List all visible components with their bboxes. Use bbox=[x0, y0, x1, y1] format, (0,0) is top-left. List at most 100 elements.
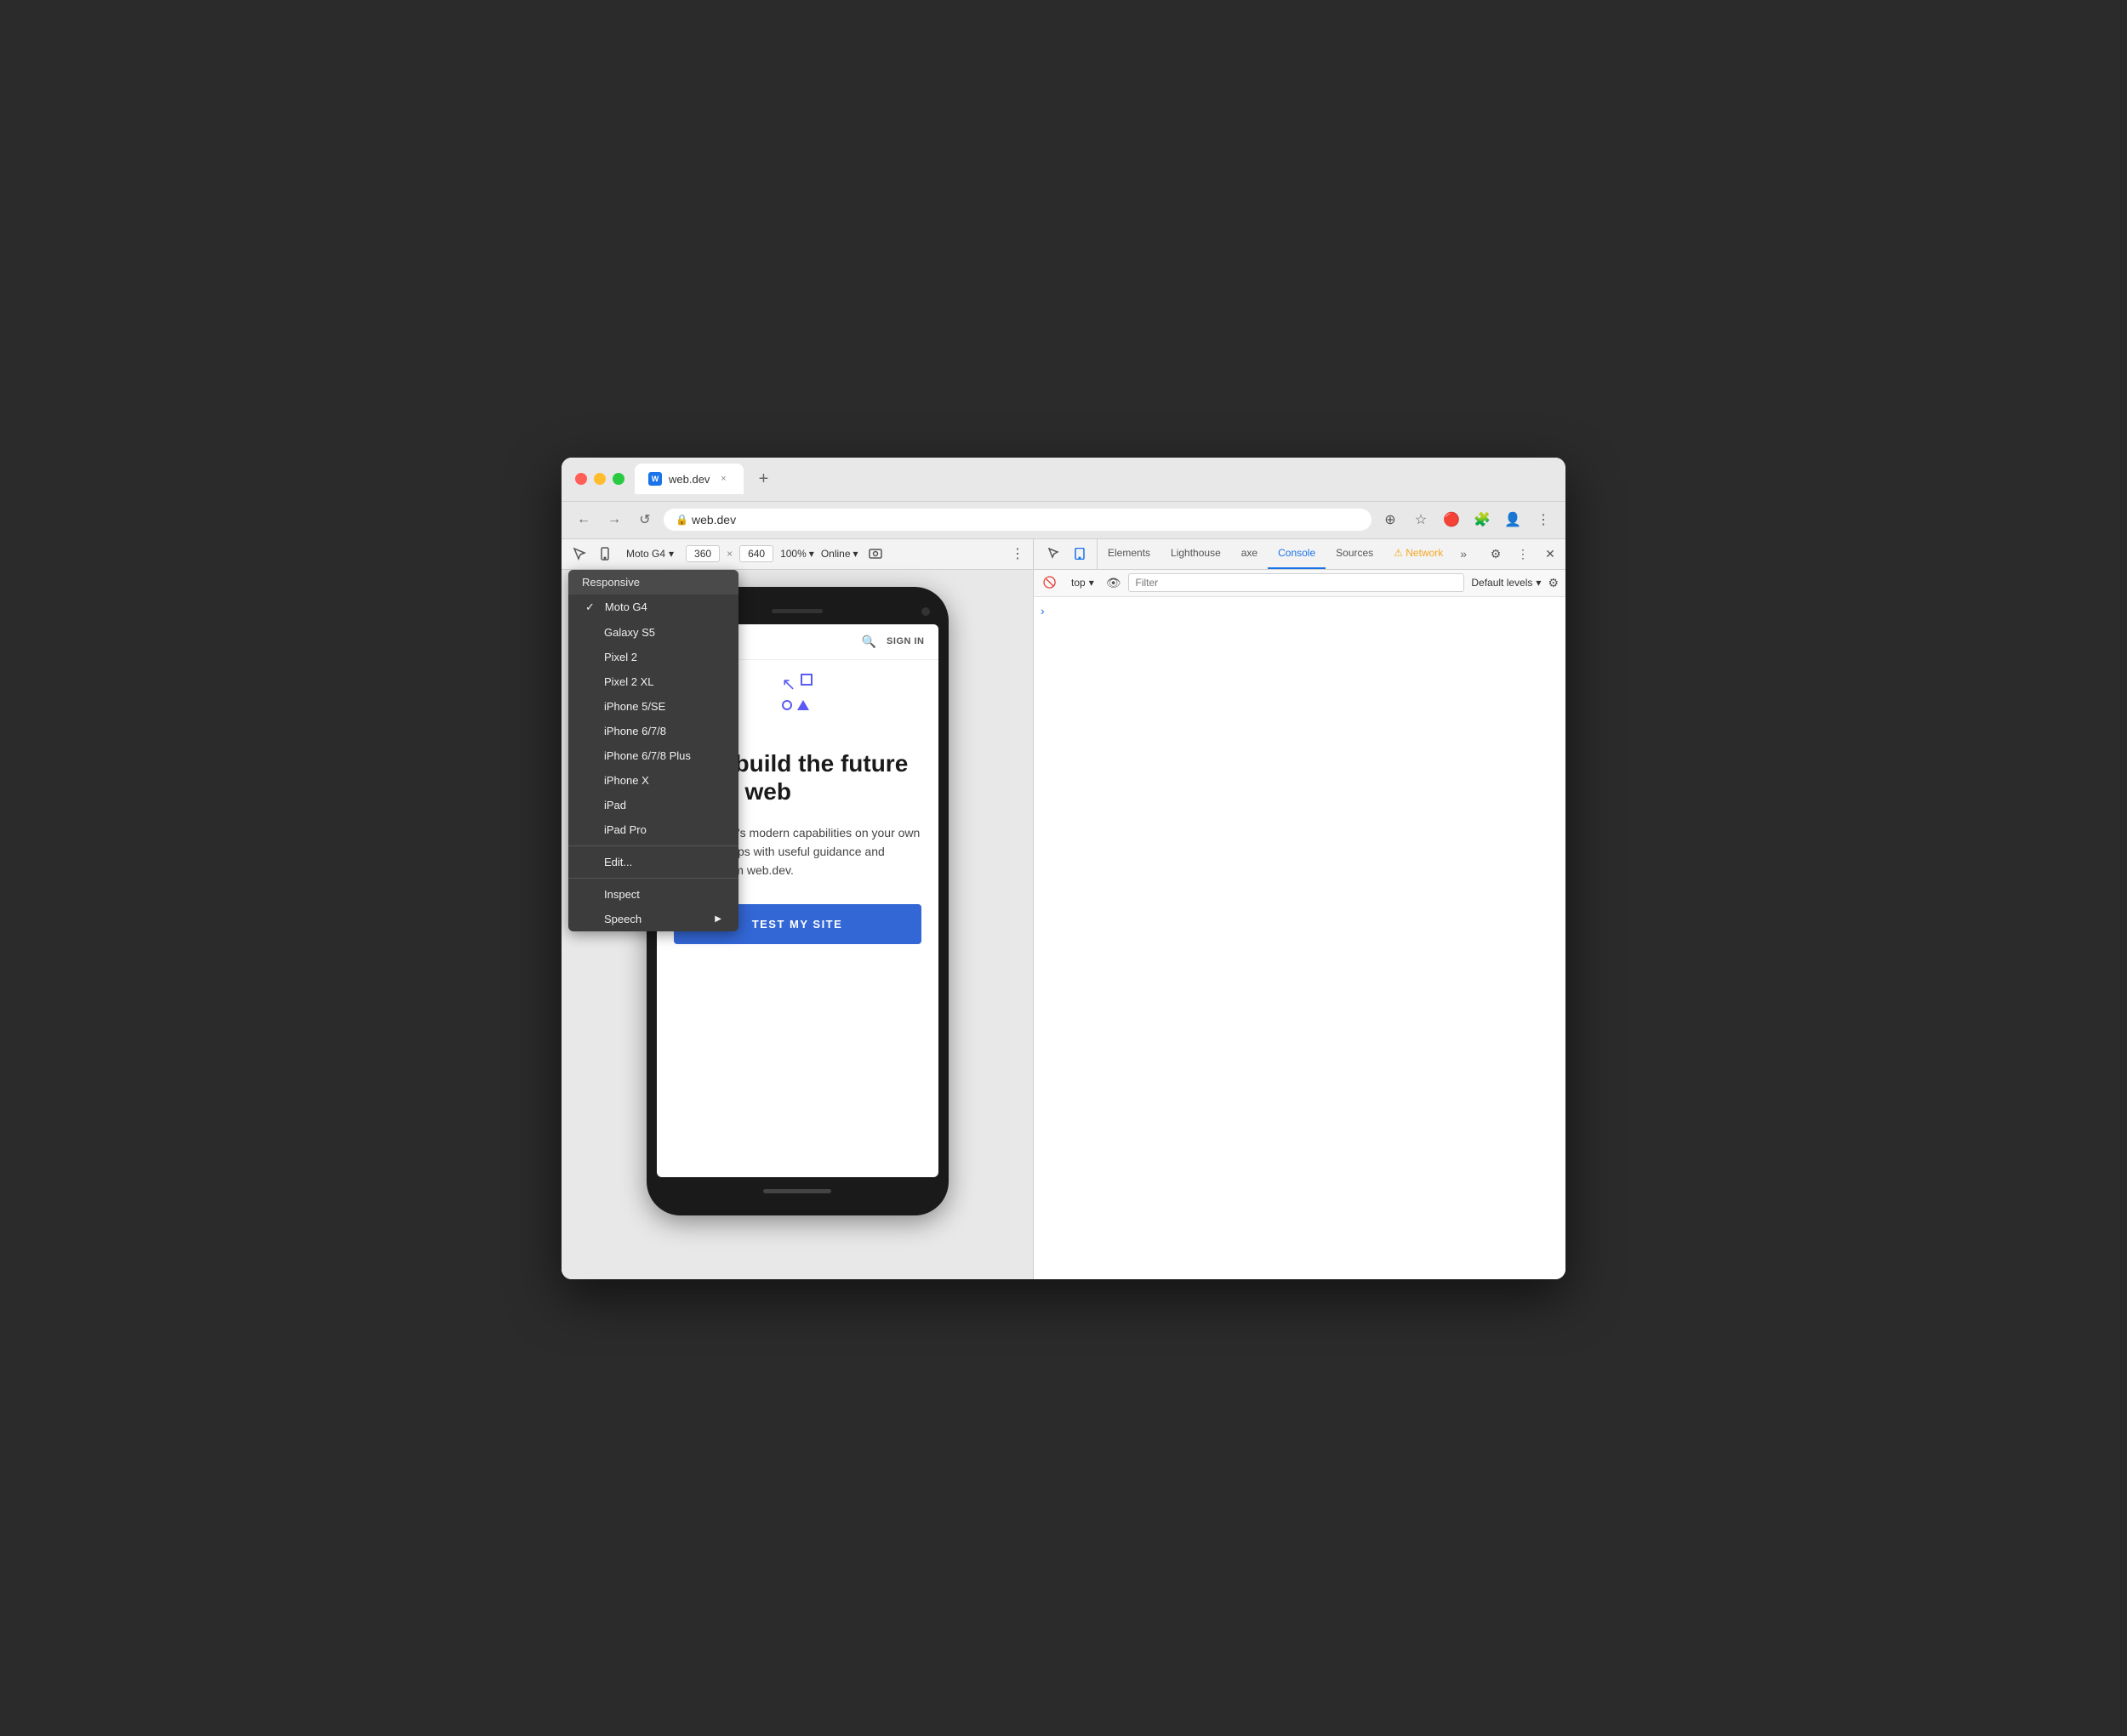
console-toolbar: 🚫 top ▾ 👁 Default levels ▾ ⚙ bbox=[1034, 570, 1565, 597]
network-throttle-selector[interactable]: Online ▾ bbox=[821, 548, 858, 560]
devtools-more-tabs[interactable]: » bbox=[1453, 539, 1474, 569]
device-option-iphone-678-plus[interactable]: iPhone 6/7/8 Plus bbox=[568, 743, 738, 768]
shapes-row-2 bbox=[782, 700, 813, 710]
circle-shape bbox=[782, 700, 792, 710]
back-button[interactable]: ← bbox=[572, 508, 596, 532]
device-dropdown-menu: Responsive Moto G4 Galaxy S5 Pixel 2 Pix… bbox=[568, 570, 738, 931]
device-emulation-icon[interactable] bbox=[1068, 542, 1092, 566]
tab-network[interactable]: ⚠ Network bbox=[1383, 539, 1453, 569]
close-button[interactable] bbox=[575, 473, 587, 485]
account-icon[interactable]: 👤 bbox=[1501, 508, 1525, 532]
console-settings-button[interactable]: ⚙ bbox=[1548, 576, 1559, 590]
capture-screenshot[interactable] bbox=[865, 544, 886, 564]
devtools-more-button[interactable]: ⋮ bbox=[1511, 542, 1535, 566]
device-option-iphone-678[interactable]: iPhone 6/7/8 bbox=[568, 719, 738, 743]
device-option-moto-g4[interactable]: Moto G4 bbox=[568, 595, 738, 620]
shapes-container: ↖ bbox=[782, 674, 813, 710]
width-input[interactable]: 360 bbox=[686, 545, 720, 562]
device-option-iphone-x[interactable]: iPhone X bbox=[568, 768, 738, 793]
tab-favicon: W bbox=[648, 472, 662, 486]
minimize-button[interactable] bbox=[594, 473, 606, 485]
devtools-panel: Elements Lighthouse axe Console Sources … bbox=[1033, 539, 1565, 1279]
cast-icon[interactable]: ⊕ bbox=[1378, 508, 1402, 532]
levels-arrow: ▾ bbox=[1536, 577, 1541, 589]
phone-bottom bbox=[657, 1177, 938, 1200]
zoom-selector[interactable]: 100% ▾ bbox=[780, 548, 814, 560]
dropdown-inspect[interactable]: Inspect bbox=[568, 882, 738, 907]
refresh-button[interactable]: ↺ bbox=[633, 508, 657, 532]
devtools-close-button[interactable]: ✕ bbox=[1538, 542, 1562, 566]
network-arrow: ▾ bbox=[853, 548, 858, 560]
inspect-toggle[interactable] bbox=[570, 544, 589, 563]
device-option-galaxy-s5[interactable]: Galaxy S5 bbox=[568, 620, 738, 645]
console-body: › bbox=[1034, 597, 1565, 1279]
device-option-ipad[interactable]: iPad bbox=[568, 793, 738, 817]
dropdown-edit[interactable]: Edit... bbox=[568, 850, 738, 874]
browser-tab[interactable]: W web.dev × bbox=[635, 464, 744, 494]
console-clear-button[interactable]: 🚫 bbox=[1041, 573, 1059, 592]
device-option-pixel-2-xl[interactable]: Pixel 2 XL bbox=[568, 669, 738, 694]
extension-icon[interactable]: 🔴 bbox=[1440, 508, 1463, 532]
tab-elements[interactable]: Elements bbox=[1098, 539, 1160, 569]
new-tab-button[interactable]: + bbox=[750, 466, 776, 492]
dropdown-speech[interactable]: Speech bbox=[568, 907, 738, 931]
bookmark-icon[interactable]: ☆ bbox=[1409, 508, 1433, 532]
url-text: web.dev bbox=[692, 513, 736, 526]
phone-sensor bbox=[921, 607, 930, 616]
tab-console[interactable]: Console bbox=[1268, 539, 1326, 569]
address-url[interactable]: 🔒 web.dev bbox=[664, 509, 1371, 531]
forward-button[interactable]: → bbox=[602, 508, 626, 532]
device-dropdown-arrow: ▾ bbox=[669, 548, 674, 560]
triangle-shape bbox=[797, 700, 809, 710]
square-shape bbox=[801, 674, 813, 686]
device-toolbar-more[interactable]: ⋮ bbox=[1011, 545, 1024, 562]
home-indicator bbox=[763, 1189, 831, 1193]
shapes-row-1: ↖ bbox=[782, 674, 813, 695]
menu-icon[interactable]: ⋮ bbox=[1531, 508, 1555, 532]
lock-icon: 🔒 bbox=[676, 514, 688, 526]
console-context-selector[interactable]: top ▾ bbox=[1066, 575, 1099, 590]
traffic-lights bbox=[575, 473, 624, 485]
devtools-viewport-controls bbox=[1037, 539, 1098, 569]
tab-axe[interactable]: axe bbox=[1231, 539, 1268, 569]
search-icon[interactable]: 🔍 bbox=[862, 635, 876, 649]
device-name: Moto G4 bbox=[626, 548, 665, 560]
phone-speaker bbox=[772, 609, 823, 613]
arrow-icon: ↖ bbox=[782, 674, 796, 695]
tab-sources[interactable]: Sources bbox=[1326, 539, 1383, 569]
device-toolbar: Moto G4 ▾ 360 × 640 100% ▾ Online ▾ bbox=[562, 539, 1033, 570]
site-nav-actions: 🔍 SIGN IN bbox=[862, 635, 925, 649]
tab-close-icon[interactable]: × bbox=[716, 472, 730, 486]
network-value: Online bbox=[821, 548, 851, 560]
browser-content-area: Moto G4 ▾ 360 × 640 100% ▾ Online ▾ bbox=[562, 539, 1565, 1279]
dropdown-separator-2 bbox=[568, 878, 738, 879]
console-levels-selector[interactable]: Default levels ▾ bbox=[1471, 577, 1541, 589]
dimension-separator: × bbox=[727, 548, 733, 560]
title-bar: W web.dev × + bbox=[562, 458, 1565, 502]
inspect-element-icon[interactable] bbox=[1042, 542, 1066, 566]
zoom-arrow: ▾ bbox=[809, 548, 814, 560]
console-prompt-chevron[interactable]: › bbox=[1041, 604, 1045, 618]
tab-label: web.dev bbox=[669, 473, 710, 486]
sign-in-button[interactable]: SIGN IN bbox=[887, 636, 924, 646]
height-input[interactable]: 640 bbox=[739, 545, 773, 562]
context-label: top bbox=[1071, 577, 1086, 589]
device-selector[interactable]: Moto G4 ▾ bbox=[621, 546, 679, 561]
maximize-button[interactable] bbox=[613, 473, 624, 485]
console-filter-input[interactable] bbox=[1128, 573, 1465, 592]
browser-window: W web.dev × + ← → ↺ 🔒 web.dev ⊕ ☆ 🔴 🧩 👤 … bbox=[562, 458, 1565, 1279]
address-actions: ⊕ ☆ 🔴 🧩 👤 ⋮ bbox=[1378, 508, 1555, 532]
console-eye-icon[interactable]: 👁 bbox=[1106, 576, 1121, 590]
levels-label: Default levels bbox=[1471, 577, 1532, 589]
puzzle-icon[interactable]: 🧩 bbox=[1470, 508, 1494, 532]
tab-lighthouse[interactable]: Lighthouse bbox=[1160, 539, 1231, 569]
address-bar: ← → ↺ 🔒 web.dev ⊕ ☆ 🔴 🧩 👤 ⋮ bbox=[562, 502, 1565, 539]
device-option-pixel-2[interactable]: Pixel 2 bbox=[568, 645, 738, 669]
device-option-iphone-5-se[interactable]: iPhone 5/SE bbox=[568, 694, 738, 719]
device-option-ipad-pro[interactable]: iPad Pro bbox=[568, 817, 738, 842]
device-toggle[interactable] bbox=[596, 544, 614, 563]
zoom-value: 100% bbox=[780, 548, 807, 560]
devtools-tabs: Elements Lighthouse axe Console Sources … bbox=[1034, 539, 1565, 570]
dropdown-separator-1 bbox=[568, 845, 738, 846]
devtools-settings-button[interactable]: ⚙ bbox=[1484, 542, 1508, 566]
